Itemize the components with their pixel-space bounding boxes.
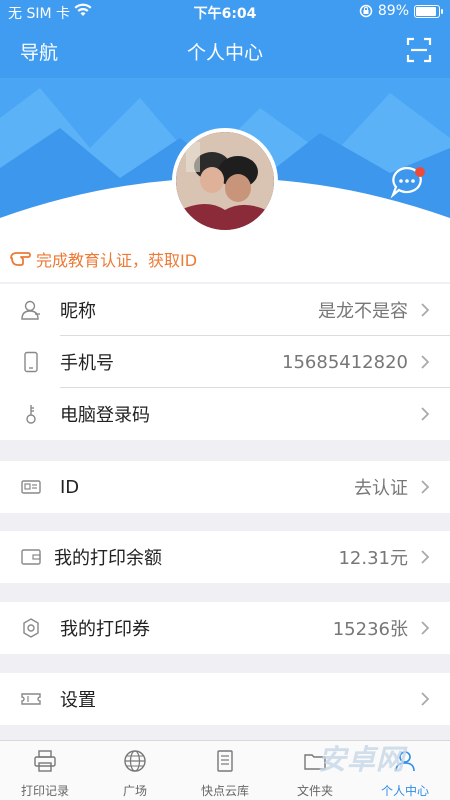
message-icon[interactable] — [389, 164, 429, 200]
pc-login-code-row[interactable]: 电脑登录码 — [0, 388, 450, 440]
id-row[interactable]: ID 去认证 — [0, 461, 450, 513]
battery-percent: 89% — [377, 3, 409, 19]
nickname-value: 是龙不是容 — [318, 301, 408, 322]
chevron-right-icon — [421, 407, 430, 421]
page-title: 个人中心 — [186, 42, 263, 64]
user-icon — [21, 300, 40, 320]
id-card-icon — [21, 480, 41, 494]
tab-label: 广场 — [122, 784, 147, 798]
coupons-label: 我的打印券 — [60, 619, 150, 640]
tab-label: 文件夹 — [296, 784, 333, 798]
status-bar: 无 SIM 卡 下午6:04 89% — [0, 0, 450, 24]
key-icon — [26, 405, 36, 424]
settings-ticket-icon — [21, 693, 41, 705]
gear-icon — [23, 618, 39, 638]
status-right: 89% — [359, 3, 443, 19]
phone-label: 手机号 — [60, 353, 114, 374]
coupons-row[interactable]: 我的打印券 15236张 — [0, 602, 450, 654]
watermark: 安卓网 — [318, 743, 406, 776]
chevron-right-icon — [421, 550, 430, 564]
tab-label: 打印记录 — [20, 784, 69, 798]
phone-value: 15685412820 — [282, 351, 408, 373]
tab-cloud-library[interactable]: 快点云库 — [180, 741, 270, 800]
pc-login-code-label: 电脑登录码 — [60, 405, 150, 426]
id-label: ID — [60, 476, 80, 498]
chevron-right-icon — [421, 692, 430, 706]
globe-icon — [124, 750, 146, 772]
chevron-right-icon — [421, 303, 430, 317]
chevron-right-icon — [421, 355, 430, 369]
orientation-lock-icon — [359, 4, 373, 18]
chevron-right-icon — [421, 480, 430, 494]
settings-label: 设置 — [60, 690, 96, 711]
nickname-row[interactable]: 昵称 是龙不是容 — [0, 284, 450, 336]
battery-level — [416, 6, 436, 16]
coupons-value: 15236张 — [332, 619, 408, 640]
wallet-icon — [21, 549, 41, 565]
top-bar: 无 SIM 卡 下午6:04 89% 导航 个人中心 — [0, 0, 450, 78]
tab-square[interactable]: 广场 — [90, 741, 180, 800]
tab-label: 个人中心 — [380, 784, 429, 798]
id-value: 去认证 — [354, 478, 408, 499]
avatar-photo — [176, 132, 274, 230]
scan-icon[interactable] — [406, 37, 432, 63]
settings-row[interactable]: 设置 — [0, 673, 450, 725]
education-cert-text: 完成教育认证，获取ID — [36, 251, 198, 270]
nav-bar: 导航 个人中心 — [0, 28, 450, 74]
balance-row[interactable]: 我的打印余额 12.31元 — [0, 531, 450, 583]
battery-icon — [414, 4, 443, 18]
pointing-hand-icon — [10, 252, 31, 266]
avatar[interactable] — [172, 128, 278, 234]
phone-row[interactable]: 手机号 15685412820 — [0, 336, 450, 388]
tab-print-records[interactable]: 打印记录 — [0, 741, 90, 800]
printer-icon — [34, 750, 56, 772]
tab-label: 快点云库 — [200, 784, 249, 798]
library-icon — [217, 750, 233, 772]
education-cert-banner[interactable]: 完成教育认证，获取ID — [0, 236, 450, 282]
chevron-right-icon — [421, 621, 430, 635]
balance-value: 12.31元 — [338, 548, 408, 569]
balance-label: 我的打印余额 — [54, 548, 162, 569]
nickname-label: 昵称 — [60, 301, 96, 322]
phone-icon — [24, 351, 38, 373]
